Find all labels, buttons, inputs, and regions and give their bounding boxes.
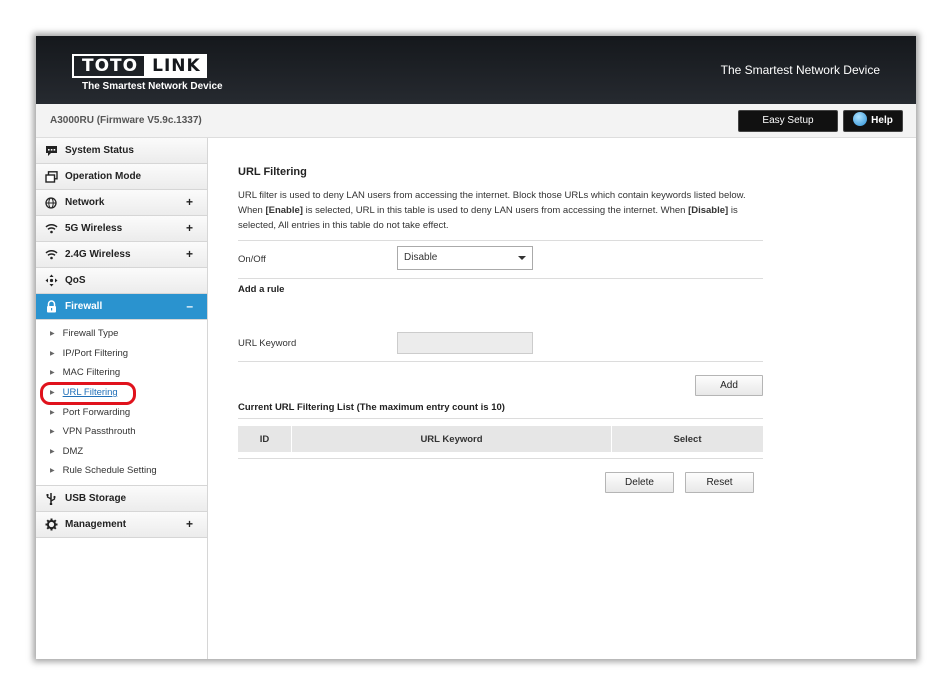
url-keyword-input[interactable] [397, 332, 533, 354]
sidebar-item-label: Operation Mode [65, 171, 142, 182]
bullet-triangle-icon: ▶ [50, 409, 55, 416]
submenu-item-port-forwarding[interactable]: ▶ Port Forwarding [36, 402, 207, 422]
bullet-triangle-icon: ▶ [50, 331, 55, 338]
sidebar-nav: System Status Operation Mode Network + 5… [36, 138, 208, 659]
sidebar-item-usb-storage[interactable]: USB Storage [36, 485, 207, 512]
sidebar-item-5g-wireless[interactable]: 5G Wireless + [36, 216, 207, 242]
submenu-item-rule-schedule[interactable]: ▶ Rule Schedule Setting [36, 461, 207, 481]
chat-bubble-icon [44, 144, 58, 158]
logo-text-link: LINK [146, 54, 207, 78]
divider [238, 278, 763, 279]
expand-plus-icon[interactable]: + [186, 221, 193, 235]
sidebar-item-label: 2.4G Wireless [65, 249, 131, 260]
sidebar-item-label: System Status [65, 145, 134, 156]
submenu-item-ip-port-filtering[interactable]: ▶ IP/Port Filtering [36, 344, 207, 364]
lock-icon [44, 300, 58, 314]
header-slogan: The Smartest Network Device [720, 63, 880, 77]
chevron-down-icon [518, 256, 526, 260]
reset-button[interactable]: Reset [685, 472, 754, 493]
sidebar-item-label: USB Storage [65, 492, 127, 504]
collapse-minus-icon[interactable]: – [186, 299, 193, 313]
divider [238, 458, 763, 459]
submenu-item-mac-filtering[interactable]: ▶ MAC Filtering [36, 363, 207, 383]
submenu-item-firewall-type[interactable]: ▶ Firewall Type [36, 324, 207, 344]
help-button-label: Help [871, 115, 893, 126]
sidebar-item-network[interactable]: Network + [36, 190, 207, 216]
submenu-item-label: IP/Port Filtering [62, 347, 129, 359]
help-button[interactable]: Help [843, 110, 903, 132]
help-globe-icon [853, 112, 868, 126]
sidebar-item-firewall[interactable]: Firewall – [36, 294, 207, 320]
onoff-label: On/Off [238, 254, 266, 265]
description-enable-keyword: [Enable] [265, 205, 303, 216]
divider [238, 418, 763, 419]
logo-tagline: The Smartest Network Device [82, 81, 223, 92]
bullet-triangle-icon: ▶ [50, 468, 55, 475]
description-text: is selected, URL in this table is used t… [302, 205, 689, 216]
sidebar-item-label: 5G Wireless [65, 223, 123, 234]
logo-text-toto: TOTO [72, 54, 147, 78]
column-header-select: Select [612, 426, 763, 452]
easy-setup-button[interactable]: Easy Setup [738, 110, 838, 132]
info-bar: A3000RU (Firmware V5.9c.1337) Easy Setup… [36, 104, 916, 138]
windows-icon [44, 170, 58, 184]
globe-icon [44, 196, 58, 210]
submenu-item-vpn-passthrough[interactable]: ▶ VPN Passthrouth [36, 422, 207, 442]
onoff-select[interactable]: Disable [397, 246, 533, 270]
expand-plus-icon[interactable]: + [186, 195, 193, 209]
gear-icon [44, 517, 58, 531]
column-header-url-keyword: URL Keyword [292, 426, 612, 452]
add-button[interactable]: Add [695, 375, 763, 396]
submenu-item-label: VPN Passthrouth [62, 426, 136, 438]
submenu-item-label: Port Forwarding [62, 406, 131, 418]
divider [238, 361, 763, 362]
expand-plus-icon[interactable]: + [186, 247, 193, 261]
sidebar-item-label: Firewall [65, 301, 103, 312]
submenu-item-url-filtering[interactable]: ▶ URL Filtering [36, 381, 207, 405]
submenu-item-label: Rule Schedule Setting [62, 465, 157, 477]
firewall-submenu: ▶ Firewall Type ▶ IP/Port Filtering ▶ MAC F… [36, 320, 207, 486]
page-description: URL filter is used to deny LAN users fro… [238, 188, 763, 233]
expand-plus-icon[interactable]: + [186, 517, 193, 531]
sidebar-item-qos[interactable]: QoS [36, 268, 207, 294]
submenu-item-dmz[interactable]: ▶ DMZ [36, 442, 207, 462]
sidebar-item-management[interactable]: Management + [36, 511, 207, 538]
url-keyword-label: URL Keyword [238, 338, 297, 349]
add-rule-heading: Add a rule [238, 284, 285, 295]
column-header-id: ID [238, 426, 292, 452]
submenu-item-label: MAC Filtering [62, 367, 121, 379]
delete-button[interactable]: Delete [605, 472, 674, 493]
qos-icon [44, 274, 58, 288]
usb-icon [44, 491, 58, 505]
sidebar-item-label: Network [65, 197, 105, 208]
description-disable-keyword: [Disable] [688, 205, 729, 216]
top-header: TOTO LINK The Smartest Network Device Th… [36, 36, 916, 104]
red-highlight-circle [40, 381, 136, 405]
totolink-logo: TOTO LINK The Smartest Network Device [72, 54, 223, 92]
submenu-item-label: DMZ [62, 445, 84, 457]
url-filter-table-header: ID URL Keyword Select [238, 426, 763, 452]
bullet-triangle-icon: ▶ [50, 448, 55, 455]
bullet-triangle-icon: ▶ [50, 370, 55, 377]
sidebar-item-system-status[interactable]: System Status [36, 138, 207, 164]
firmware-info: A3000RU (Firmware V5.9c.1337) [50, 115, 202, 126]
list-title: Current URL Filtering List (The maximum … [238, 402, 505, 413]
sidebar-item-label: Management [65, 518, 127, 530]
router-admin-window: TOTO LINK The Smartest Network Device Th… [36, 36, 916, 659]
wifi-icon [44, 222, 58, 236]
sidebar-item-2g-wireless[interactable]: 2.4G Wireless + [36, 242, 207, 268]
wifi-icon [44, 248, 58, 262]
onoff-select-value: Disable [404, 252, 438, 263]
bullet-triangle-icon: ▶ [50, 429, 55, 436]
page-title: URL Filtering [238, 166, 307, 178]
divider [238, 240, 763, 241]
bullet-triangle-icon: ▶ [50, 350, 55, 357]
sidebar-item-label: QoS [65, 275, 86, 286]
submenu-item-label: Firewall Type [62, 328, 119, 340]
sidebar-item-operation-mode[interactable]: Operation Mode [36, 164, 207, 190]
